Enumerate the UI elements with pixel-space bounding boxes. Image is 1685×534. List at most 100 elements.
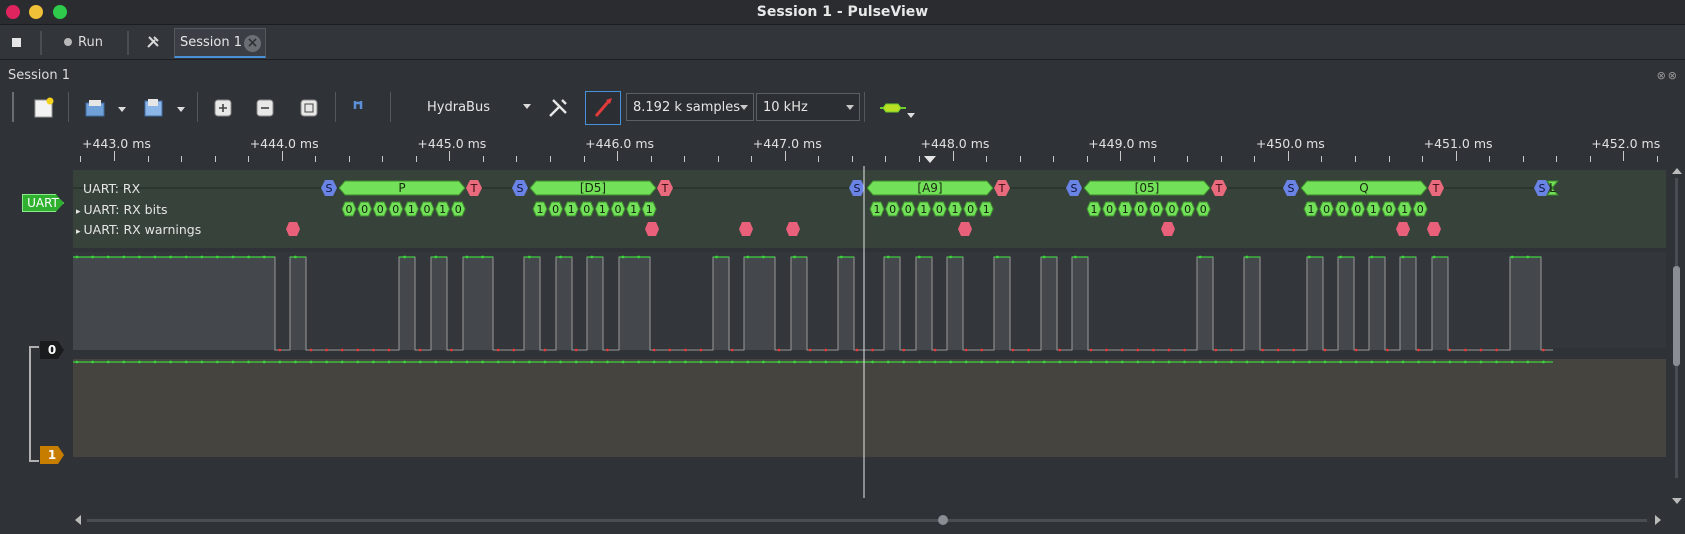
open-dropdown-arrow[interactable] [118, 107, 126, 112]
stop-bit-label: T [1215, 182, 1223, 195]
sample-dot [450, 348, 453, 352]
sample-dot [1011, 360, 1015, 364]
sample-dot [1276, 360, 1280, 364]
decoder-row-rx-bits[interactable]: ▸ UART: RX bits [76, 202, 168, 217]
ruler-tick [214, 156, 216, 162]
bit-label: 1 [568, 203, 575, 216]
start-bit-label: S [326, 182, 333, 195]
zoom-in-icon[interactable] [212, 97, 234, 119]
bit-label: 1 [599, 203, 606, 216]
open-icon[interactable] [84, 97, 106, 119]
save-icon[interactable] [143, 97, 165, 119]
scroll-up-icon[interactable] [1672, 168, 1682, 174]
toolbar-grip [12, 92, 14, 122]
sample-dot [1448, 348, 1452, 352]
bit-label: 0 [377, 203, 384, 216]
ruler-label: +451.0 ms [1423, 136, 1493, 151]
sample-dot [1323, 348, 1327, 352]
scroll-handle[interactable] [938, 515, 948, 525]
ch0-high-fill [587, 257, 603, 350]
bit-label: 0 [392, 203, 399, 216]
ruler-tick [583, 156, 585, 162]
trigger-button[interactable] [585, 91, 621, 125]
cursor-marker-icon[interactable] [924, 156, 936, 163]
start-bit-label: S [517, 182, 524, 195]
zoom-out-icon[interactable] [254, 97, 276, 119]
channel-1-tag[interactable]: 1 [40, 446, 64, 464]
scroll-left-icon[interactable] [75, 515, 81, 525]
trace-viewport[interactable]: S P T 0 0 0 0 1 0 1 0 S [D5] T 1 0 1 0 1 0 1 1 S [A9] T 1 0 0 1 0 1 0 1 S… [73, 166, 1666, 498]
sample-dot [996, 255, 999, 259]
sample-dot [1027, 348, 1030, 352]
sample-dot [278, 360, 282, 364]
ruler-tick [1053, 156, 1055, 162]
sample-dot [450, 360, 453, 364]
sample-dot [621, 255, 625, 259]
stop-button[interactable] [12, 29, 21, 55]
trace-canvas[interactable]: S P T0 0 0 0 1 0 1 0S [D5] T1 0 1 0 1 0 1 1S [A9] T1 0 0 1 0 1 0 1S… [73, 166, 1666, 498]
ruler-tick [1354, 156, 1356, 162]
samplerate-combo[interactable]: 10 kHz [756, 93, 860, 121]
sample-dot [1510, 255, 1514, 259]
sample-dot [855, 360, 859, 364]
device-selector[interactable]: HydraBus [427, 93, 531, 121]
sample-count-combo[interactable]: 8.192 k samples [626, 93, 754, 121]
horizontal-scrollbar[interactable] [73, 510, 1665, 530]
sample-dot [294, 360, 297, 364]
scroll-track[interactable] [87, 519, 1647, 522]
bit-label: 0 [455, 203, 462, 216]
channel-0-tag[interactable]: 0 [40, 341, 64, 359]
decoder-dropdown-arrow[interactable] [907, 113, 915, 118]
vscroll-handle[interactable] [1673, 266, 1680, 366]
ruler-tick [315, 156, 317, 162]
decoder-row-rx[interactable]: UART: RX [83, 181, 140, 196]
sample-dot [1354, 348, 1358, 352]
sample-dot [1495, 360, 1498, 364]
expand-arrow-icon[interactable]: ▸ [76, 207, 81, 217]
sample-dot [1261, 360, 1264, 364]
scroll-right-icon[interactable] [1655, 515, 1661, 525]
sample-dot [231, 360, 235, 364]
run-button[interactable]: Run [64, 29, 103, 55]
ruler-tick [80, 156, 82, 162]
ruler-tick [1153, 156, 1155, 162]
channel-0-label: 0 [47, 343, 57, 357]
vertical-scrollbar[interactable] [1668, 166, 1685, 506]
settings-button[interactable] [146, 29, 160, 55]
zoom-fit-icon[interactable] [298, 97, 320, 119]
sample-dot [122, 255, 126, 259]
device-config-icon[interactable] [547, 97, 569, 119]
ch0-high-fill [1338, 257, 1354, 350]
dock-buttons[interactable]: ⊗⊗ [1657, 69, 1679, 82]
sample-dot [465, 360, 469, 364]
cursor-icon[interactable] [351, 97, 373, 119]
ruler-tick [382, 156, 384, 162]
sample-dot [808, 360, 812, 364]
scroll-down-icon[interactable] [1672, 498, 1682, 504]
save-dropdown-arrow[interactable] [177, 107, 185, 112]
bit-label: 0 [1184, 203, 1191, 216]
bit-label: 0 [552, 203, 559, 216]
tab-session-1[interactable]: Session 1 × [174, 28, 266, 58]
tabbar-separator [40, 31, 42, 55]
device-dropdown-arrow [523, 104, 531, 109]
sample-dot [964, 360, 968, 364]
ruler-label: +452.0 ms [1591, 136, 1661, 151]
bit-label: 0 [1339, 203, 1346, 216]
close-tab-icon[interactable]: × [244, 35, 261, 52]
tab-bar: Run Session 1 × [0, 25, 1685, 60]
channel-0-area [73, 252, 1666, 348]
ch0-high-fill [791, 257, 807, 350]
sample-dot [372, 360, 375, 364]
uart-decoder-tag[interactable]: UART [22, 194, 64, 212]
sample-dot [1432, 360, 1436, 364]
ruler-tick [717, 156, 719, 162]
add-decoder-icon[interactable] [878, 97, 908, 119]
decoder-row-rx-warnings[interactable]: ▸ UART: RX warnings [76, 222, 201, 237]
sample-dot [1417, 360, 1420, 364]
sample-dot [91, 360, 94, 364]
sample-dot [200, 360, 204, 364]
new-session-icon[interactable] [33, 97, 55, 119]
expand-arrow-icon[interactable]: ▸ [76, 227, 81, 237]
time-ruler[interactable]: +443.0 ms +444.0 ms +445.0 ms +446.0 ms +447… [73, 130, 1665, 166]
